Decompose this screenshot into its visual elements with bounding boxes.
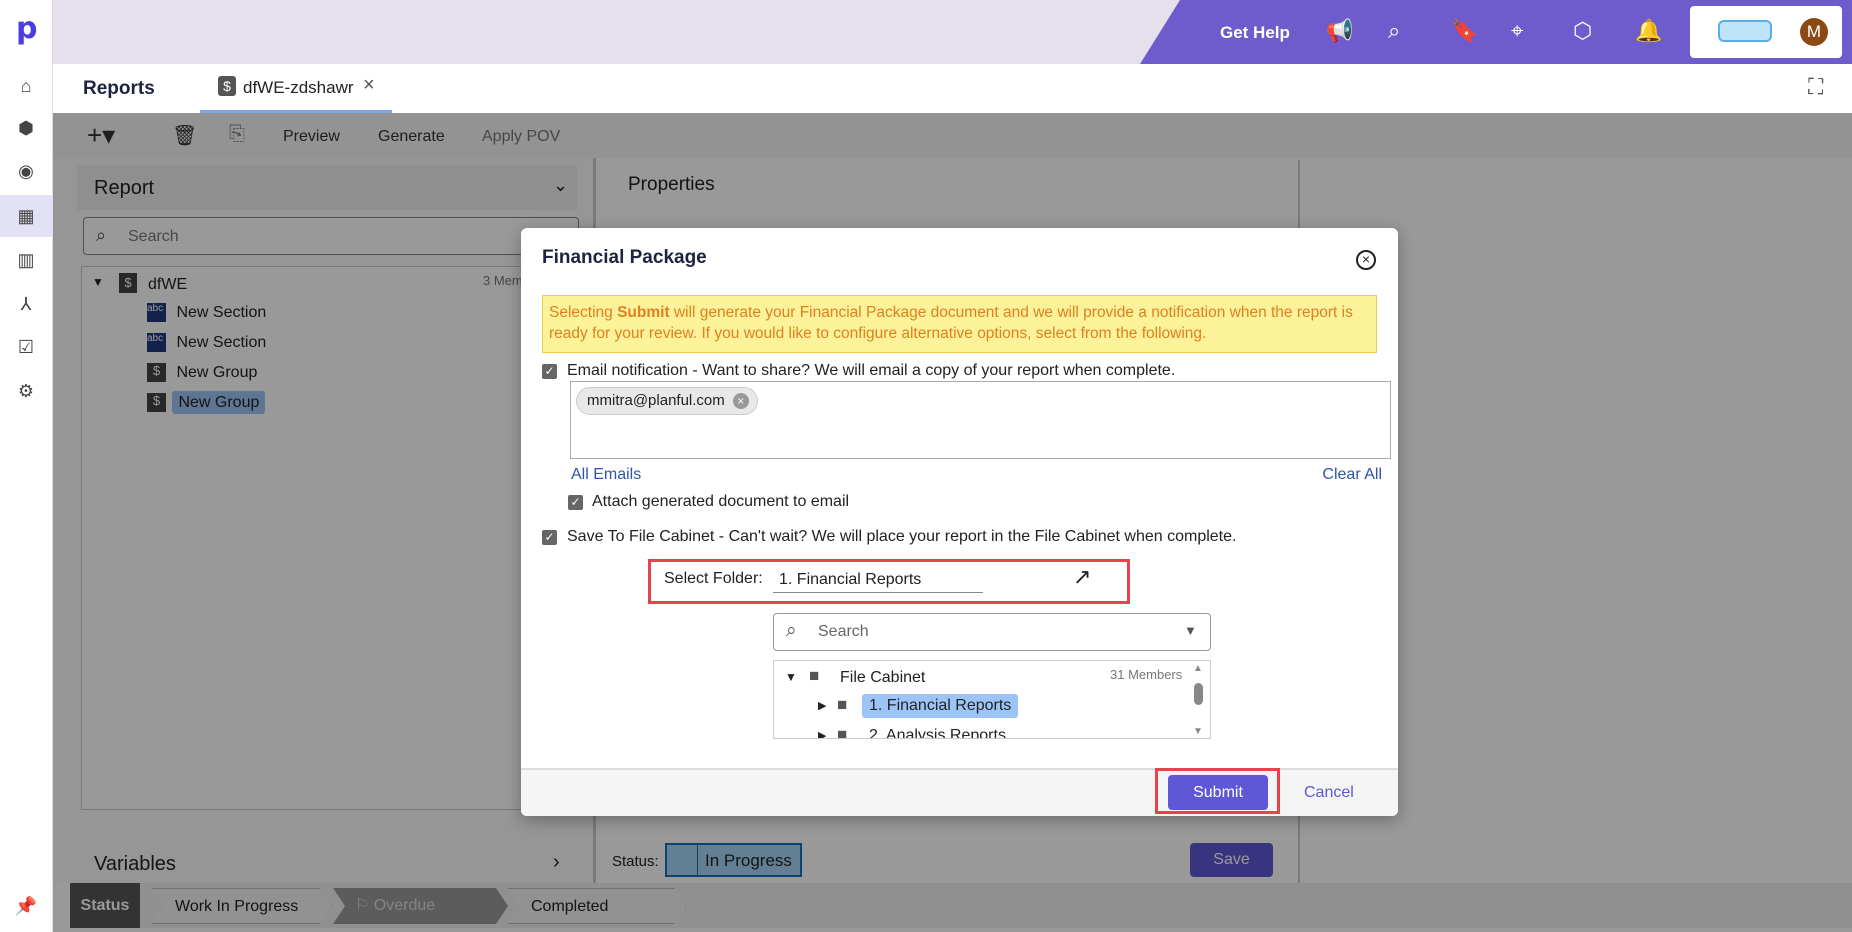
gear-icon[interactable]: ⚙ (13, 378, 39, 404)
header-actions: Get Help 📢 ⌕ 🔖 ⌖ ⬡ 🔔 M (1140, 0, 1852, 64)
bookmark-icon[interactable]: 🔖 (1451, 18, 1478, 44)
pin-icon[interactable]: 📌 (13, 893, 39, 919)
email-notification-label: Email notification - Want to share? We w… (567, 362, 1176, 379)
fullscreen-icon[interactable]: ⛶ (1808, 74, 1823, 100)
left-nav: p ⌂ ⬢ ◉ ▦ ▥ ⅄ ☑ ⚙ 📌 (0, 0, 53, 932)
folder-search-dropdown[interactable]: ⌕ Search ▼ (773, 613, 1211, 651)
file-cabinet-tree: ▼ ■ File Cabinet 31 Members ▲ ▼ ▶ ■ 1. F… (773, 660, 1211, 739)
search-icon[interactable]: ⌕ (1388, 18, 1400, 44)
email-recipients-input[interactable]: mmitra@planful.com × (570, 381, 1391, 459)
notice-banner: Selecting Submit will generate your Fina… (542, 295, 1377, 353)
remove-email-icon[interactable]: × (732, 393, 749, 409)
tab-bar: Reports $ dfWE-zdshawr × ⛶ (53, 64, 1852, 113)
get-help-link[interactable]: Get Help (1220, 23, 1290, 43)
email-chip: mmitra@planful.com × (576, 387, 758, 415)
select-folder-field[interactable]: 1. Financial Reports (773, 565, 983, 593)
tree-item[interactable]: 2. Analysis Reports (869, 727, 1006, 738)
notice-bold: Submit (617, 304, 670, 321)
tree-item-selected[interactable]: 1. Financial Reports (862, 694, 1019, 718)
planful-logo[interactable]: p (16, 14, 38, 44)
profile-panel[interactable]: M (1690, 6, 1842, 58)
expand-icon[interactable]: ▶ (818, 699, 826, 712)
expand-icon[interactable]: ▼ (785, 670, 797, 684)
home-icon[interactable]: ⌂ (13, 73, 39, 99)
avatar[interactable]: M (1800, 18, 1828, 46)
notice-text-post: will generate your Financial Package doc… (549, 304, 1353, 342)
folder-icon: ■ (809, 666, 820, 685)
tab-report[interactable]: $ dfWE-zdshawr × (200, 64, 392, 113)
folder-icon: ■ (837, 725, 848, 739)
member-count: 31 Members (1110, 667, 1183, 682)
scroll-down-icon[interactable]: ▼ (1193, 726, 1203, 737)
chevron-down-icon[interactable]: ▼ (1184, 623, 1197, 638)
megaphone-icon[interactable]: 📢 (1326, 18, 1353, 44)
tab-label: dfWE-zdshawr (243, 78, 354, 97)
financial-package-dialog: Financial Package × Selecting Submit wil… (521, 228, 1398, 816)
box-icon[interactable]: ⬡ (1573, 18, 1592, 44)
email-notification-checkbox[interactable]: ✓ (542, 364, 557, 379)
hierarchy-icon[interactable]: ⅄ (13, 291, 39, 317)
expand-icon[interactable]: ▶ (818, 729, 826, 738)
close-tab-icon[interactable]: × (363, 74, 375, 97)
tree-root[interactable]: File Cabinet (840, 669, 925, 687)
select-folder-label: Select Folder: (664, 570, 763, 587)
folder-search-placeholder: Search (818, 623, 869, 640)
bell-icon[interactable]: 🔔 (1635, 18, 1662, 44)
file-cabinet-checkbox[interactable]: ✓ (542, 530, 557, 545)
scroll-up-icon[interactable]: ▲ (1193, 663, 1203, 674)
attach-document-checkbox[interactable]: ✓ (568, 495, 583, 510)
select-folder-value: 1. Financial Reports (779, 571, 922, 588)
cancel-button[interactable]: Cancel (1304, 784, 1354, 802)
submit-button[interactable]: Submit (1168, 775, 1268, 810)
cube-icon[interactable]: ⬢ (13, 115, 39, 141)
crosshair-icon[interactable]: ⌖ (1511, 18, 1523, 44)
grid-icon[interactable]: ▦ (13, 203, 39, 229)
email-chip-text: mmitra@planful.com (587, 392, 725, 409)
search-icon: ⌕ (786, 620, 797, 641)
scrollbar[interactable]: ▲ ▼ (1192, 663, 1206, 737)
target-icon[interactable]: ◉ (13, 158, 39, 184)
dollar-icon: $ (218, 76, 236, 96)
attach-document-label: Attach generated document to email (592, 493, 850, 510)
dialog-title: Financial Package (542, 247, 707, 268)
close-dialog-icon[interactable]: × (1356, 250, 1376, 270)
open-external-icon[interactable]: ↗ (1073, 564, 1091, 590)
folder-icon: ■ (837, 695, 848, 714)
notice-text-pre: Selecting (549, 304, 618, 321)
chip-logo (1718, 20, 1772, 42)
clipboard-icon[interactable]: ☑ (13, 334, 39, 360)
all-emails-link[interactable]: All Emails (571, 466, 641, 484)
section-title: Reports (83, 78, 155, 99)
file-cabinet-label: Save To File Cabinet - Can't wait? We wi… (567, 528, 1237, 545)
chart-icon[interactable]: ▥ (13, 247, 39, 273)
scroll-thumb[interactable] (1194, 683, 1203, 705)
clear-all-link[interactable]: Clear All (1322, 466, 1382, 484)
